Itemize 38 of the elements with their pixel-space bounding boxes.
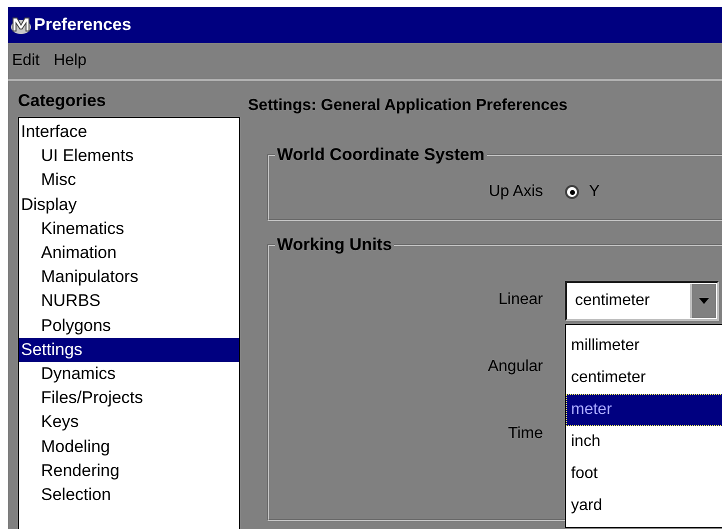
- dropdown-option[interactable]: millimeter: [566, 330, 722, 362]
- category-item[interactable]: Polygons: [19, 314, 239, 338]
- category-item[interactable]: Display: [19, 192, 239, 217]
- radio-button[interactable]: [565, 185, 579, 199]
- group-title: World Coordinate System: [276, 145, 486, 165]
- dropdown-option[interactable]: centimeter: [566, 362, 722, 394]
- dropdown-option[interactable]: meter: [566, 394, 722, 426]
- field-label: Time: [508, 425, 543, 443]
- menu-item[interactable]: Edit: [12, 52, 40, 70]
- settings-heading: Settings: General Application Preferences: [248, 97, 568, 115]
- category-item[interactable]: Modeling: [19, 434, 239, 459]
- category-item[interactable]: Keys: [19, 410, 239, 435]
- dropdown-option[interactable]: foot: [566, 458, 722, 490]
- dropdown-option[interactable]: inch: [566, 426, 722, 458]
- categories-label: Categories: [18, 90, 106, 112]
- category-item[interactable]: NURBS: [19, 289, 239, 314]
- field-label: Up Axis: [488, 183, 543, 201]
- field-label: Linear: [498, 291, 543, 309]
- category-item[interactable]: Manipulators: [19, 265, 239, 290]
- category-item[interactable]: Selection: [19, 483, 239, 508]
- app-logo-icon: [10, 15, 32, 35]
- category-item[interactable]: Animation: [19, 241, 239, 266]
- field-label: Angular: [488, 358, 543, 376]
- category-item[interactable]: Settings: [19, 338, 239, 362]
- unit-dropdown[interactable]: centimeter: [565, 281, 719, 321]
- menu-item[interactable]: Help: [54, 52, 86, 70]
- group-title: Working Units: [276, 235, 393, 255]
- window-title: Preferences: [34, 15, 132, 35]
- category-item[interactable]: UI Elements: [19, 144, 239, 168]
- category-item[interactable]: Interface: [19, 120, 239, 144]
- category-item[interactable]: Files/Projects: [19, 386, 239, 410]
- caret-icon: [699, 298, 709, 304]
- category-item[interactable]: Dynamics: [19, 362, 239, 386]
- category-item[interactable]: Rendering: [19, 458, 239, 484]
- category-item[interactable]: Kinematics: [19, 216, 239, 242]
- category-item[interactable]: Misc: [19, 168, 239, 193]
- dropdown-option[interactable]: yard: [566, 490, 722, 522]
- radio-option[interactable]: Y: [565, 183, 670, 201]
